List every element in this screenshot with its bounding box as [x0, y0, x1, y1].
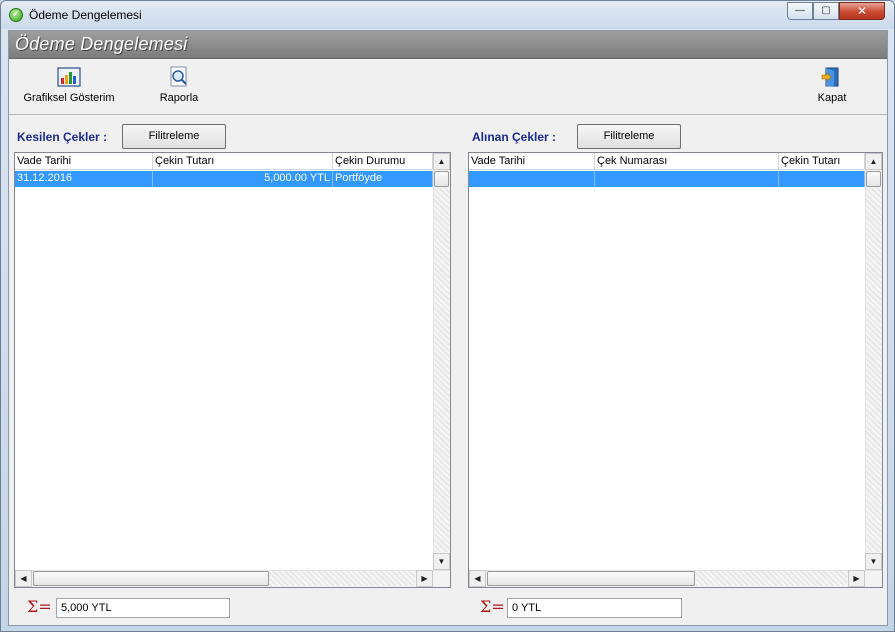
scroll-down-icon[interactable]: ▼	[865, 553, 882, 570]
close-label: Kapat	[817, 92, 847, 104]
scroll-down-icon[interactable]: ▼	[433, 553, 450, 570]
cell-amount	[779, 171, 865, 187]
scroll-track[interactable]	[866, 188, 881, 552]
column-header-amount[interactable]: Çekin Tutarı	[779, 153, 865, 170]
close-window-button[interactable]: ✕	[839, 2, 885, 20]
report-label: Raporla	[159, 92, 199, 104]
issued-checks-grid[interactable]: Vade Tarihi Çekin Tutarı Çekin Durumu 31…	[14, 152, 451, 588]
page-title: Ödeme Dengelemesi	[15, 34, 188, 54]
report-button[interactable]: Raporla	[154, 66, 204, 104]
table-row[interactable]	[469, 171, 865, 187]
received-checks-grid[interactable]: Vade Tarihi Çek Numarası Çekin Tutarı ▲ …	[468, 152, 883, 588]
exit-door-icon	[821, 67, 839, 87]
scroll-track-horizontal[interactable]	[696, 571, 847, 586]
maximize-button[interactable]: ▢	[813, 2, 839, 20]
sigma-equals-icon: Σ=	[480, 597, 505, 616]
graph-view-button[interactable]: Grafiksel Gösterim	[19, 66, 119, 104]
grid-header: Vade Tarihi Çek Numarası Çekin Tutarı	[469, 153, 865, 170]
scroll-track-horizontal[interactable]	[270, 571, 415, 586]
graph-view-label: Grafiksel Gösterim	[23, 92, 115, 104]
table-row[interactable]: 31.12.2016 5,000.00 YTL Portföyde	[15, 171, 433, 187]
scroll-left-icon[interactable]: ◀	[469, 570, 486, 587]
scroll-thumb[interactable]	[866, 171, 881, 187]
scroll-thumb-horizontal[interactable]	[487, 571, 695, 586]
minimize-button[interactable]: —	[787, 2, 813, 20]
horizontal-scrollbar[interactable]: ◀ ▶	[15, 570, 450, 587]
sigma-equals-icon: Σ=	[27, 597, 52, 616]
scroll-thumb-horizontal[interactable]	[33, 571, 269, 586]
scroll-right-icon[interactable]: ▶	[416, 570, 433, 587]
header-band: Ödeme Dengelemesi	[9, 31, 887, 59]
close-button[interactable]: Kapat	[809, 66, 855, 104]
vertical-scrollbar[interactable]: ▲ ▼	[865, 153, 882, 570]
column-header-amount[interactable]: Çekin Tutarı	[153, 153, 333, 170]
scroll-thumb[interactable]	[434, 171, 449, 187]
grid-header: Vade Tarihi Çekin Tutarı Çekin Durumu	[15, 153, 433, 170]
column-header-check-number[interactable]: Çek Numarası	[595, 153, 779, 170]
window-title: Ödeme Dengelemesi	[29, 8, 142, 22]
received-checks-label: Alınan Çekler :	[472, 130, 557, 144]
scroll-up-icon[interactable]: ▲	[865, 153, 882, 170]
column-header-due-date[interactable]: Vade Tarihi	[469, 153, 595, 170]
cell-status: Portföyde	[333, 171, 433, 187]
cell-due-date: 31.12.2016	[15, 171, 153, 187]
magnifier-document-icon	[170, 66, 187, 87]
vertical-scrollbar[interactable]: ▲ ▼	[433, 153, 450, 570]
scroll-left-icon[interactable]: ◀	[15, 570, 32, 587]
cell-check-number	[595, 171, 779, 187]
title-bar[interactable]: ✓ Ödeme Dengelemesi — ▢ ✕	[1, 1, 894, 29]
cell-amount: 5,000.00 YTL	[153, 171, 333, 187]
left-filter-button[interactable]: Filitreleme	[122, 124, 226, 149]
cell-due-date	[469, 171, 595, 187]
right-filter-button[interactable]: Filitreleme	[577, 124, 681, 149]
check-circle-icon: ✓	[9, 8, 23, 22]
scroll-track[interactable]	[434, 188, 449, 552]
scroll-up-icon[interactable]: ▲	[433, 153, 450, 170]
client-area: Ödeme Dengelemesi Grafiksel Gösterim Rap…	[8, 30, 888, 626]
toolbar: Grafiksel Gösterim Raporla Kapat	[9, 60, 887, 115]
column-header-status[interactable]: Çekin Durumu	[333, 153, 433, 170]
scroll-right-icon[interactable]: ▶	[848, 570, 865, 587]
received-total-field[interactable]: 0 YTL	[507, 598, 682, 618]
horizontal-scrollbar[interactable]: ◀ ▶	[469, 570, 882, 587]
bar-chart-icon	[57, 67, 81, 87]
issued-checks-label: Kesilen Çekler :	[17, 130, 108, 144]
issued-total-field[interactable]: 5,000 YTL	[56, 598, 230, 618]
app-window: ✓ Ödeme Dengelemesi — ▢ ✕ Ödeme Dengelem…	[0, 0, 895, 632]
column-header-due-date[interactable]: Vade Tarihi	[15, 153, 153, 170]
